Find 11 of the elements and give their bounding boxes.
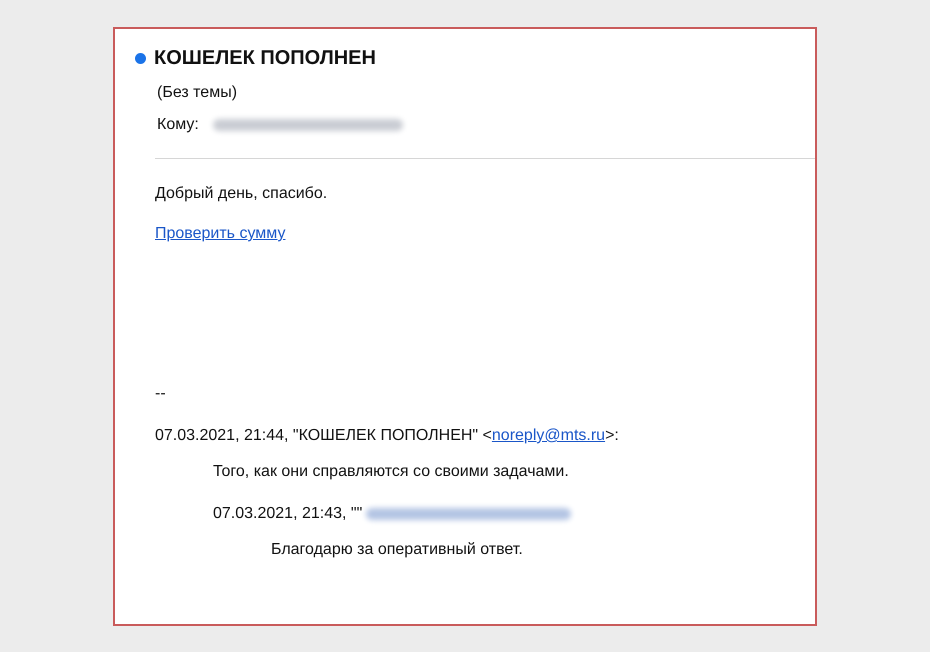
message-text: Добрый день, спасибо. bbox=[155, 185, 328, 203]
quote-text: Того, как они справляются со своими задачами. bbox=[212, 463, 570, 481]
sender-name: КОШЕЛЕК ПОПОЛНЕН bbox=[154, 47, 376, 70]
check-amount-link[interactable]: Проверить сумму bbox=[155, 225, 286, 243]
quote-header: 07.03.2021, 21:44, "КОШЕЛЕК ПОПОЛНЕН" <noreply@mts.ru>: bbox=[155, 427, 620, 445]
quote-header: 07.03.2021, 21:43, "" bbox=[213, 505, 362, 523]
to-label: Кому: bbox=[157, 116, 199, 134]
email-link[interactable]: noreply@mts.ru bbox=[492, 427, 606, 444]
quote-text: Благодарю за оперативный ответ. bbox=[270, 541, 524, 559]
subject: (Без темы) bbox=[157, 84, 238, 102]
signature-separator: -- bbox=[155, 385, 167, 403]
